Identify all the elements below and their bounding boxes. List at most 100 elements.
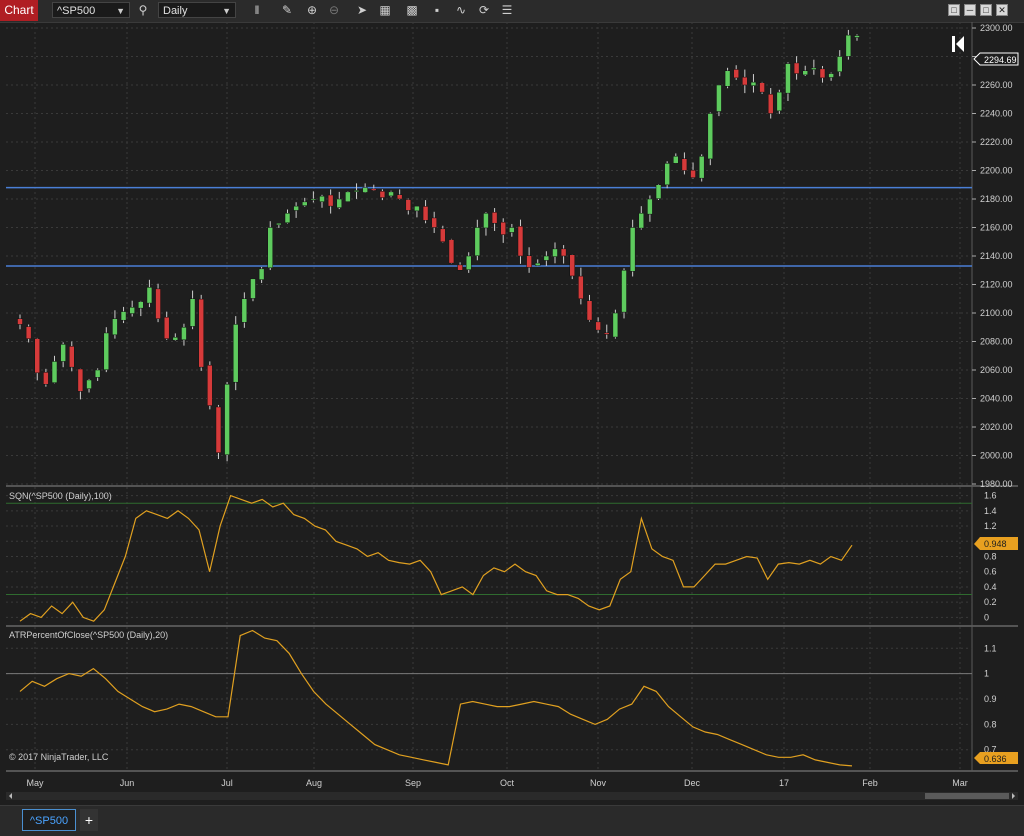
copyright-text: © 2017 NinjaTrader, LLC [9,752,109,762]
candle-body [103,332,110,370]
sqn-current-badge: 0.948 [974,537,1018,550]
sqn-axis-label: 0.4 [984,582,997,592]
sqn-axis-label: 1.6 [984,491,997,501]
candle-body [267,227,273,269]
candle-body [612,312,619,338]
sqn-current-value: 0.948 [984,539,1007,549]
refresh-icon[interactable]: ⟳ [477,3,491,17]
zoom-in-icon[interactable]: ⊕ [305,3,319,17]
pencil-icon[interactable]: ✎ [280,3,294,17]
candle-body [500,221,506,235]
candle-body [578,275,584,299]
candle-body [638,213,645,229]
candle-body [474,227,481,257]
candle-body [845,34,852,57]
x-axis-label: Mar [952,778,968,788]
candle-body [422,206,429,221]
candle-body [86,379,92,389]
candle-body [51,361,58,383]
price-axis-label: 2240.00 [980,109,1013,119]
candle-body [785,63,791,94]
restore-button[interactable]: □ [948,4,960,16]
candle-body [707,113,714,160]
candle-body [698,156,705,179]
sqn-panel-label: SQN(^SP500 (Daily),100) [9,491,112,501]
candle-body [129,307,135,314]
instrument-tab[interactable]: ^SP500 [22,809,76,831]
sqn-axis-label: 0 [984,612,989,622]
candle-body [215,406,222,453]
bar-type-icon[interactable]: ‖ [250,3,264,17]
candle-body [543,255,550,261]
candle-body [345,191,351,202]
candle-body [517,226,524,257]
candle-body [621,270,627,313]
candle-body [77,368,84,392]
price-axis-label: 2140.00 [980,251,1013,261]
instrument-selector[interactable]: ^SP500 ▼ [52,2,130,18]
sqn-axis-label: 0.2 [984,597,997,607]
candle-body [534,262,541,266]
price-axis-label: 1980.00 [980,479,1013,489]
candle-body [120,311,127,321]
candle-body [25,326,32,339]
close-button[interactable]: ✕ [996,4,1008,16]
properties-icon[interactable]: ▦ [378,3,392,17]
chart-area[interactable]: May Jun Jul Aug Sep Oct Nov Dec 17 Feb Mar 2300.00 2… [0,22,1024,805]
price-axis-label: 2180.00 [980,194,1013,204]
interval-selector[interactable]: Daily ▼ [158,2,236,18]
candle-body [802,70,808,76]
candle-body [552,248,558,257]
strategies-icon[interactable]: ▩ [405,3,419,17]
scroll-to-start-icon[interactable] [952,36,964,52]
candle-body [181,327,187,341]
candle-body [483,213,489,229]
candle-body [655,184,662,199]
x-axis-label: Nov [590,778,607,788]
chart-tab[interactable]: Chart [0,0,38,21]
atr-axis-label: 1 [984,669,989,679]
candle-body [793,62,800,74]
candle-body [509,227,515,233]
x-axis-label: Sep [405,778,421,788]
candle-body [69,346,75,368]
maximize-button[interactable]: □ [980,4,992,16]
candle-body [664,163,670,186]
candle-body [767,93,774,114]
x-axis-label: 17 [779,778,789,788]
candle-body [414,205,420,212]
instrument-value: ^SP500 [57,5,96,17]
candle-body [43,372,49,385]
zoom-out-icon[interactable]: ⊖ [327,3,341,17]
minimize-button[interactable]: ─ [964,4,976,16]
indicators-icon[interactable]: ▪ [430,3,444,17]
atr-line [19,629,853,767]
price-axis-label: 2060.00 [980,365,1013,375]
pointer-icon[interactable]: ➤ [355,3,369,17]
candle-body [284,213,291,223]
search-icon[interactable]: ⚲ [136,3,150,17]
horizontal-scrollbar[interactable] [6,792,1018,800]
price-axis-label: 2080.00 [980,337,1013,347]
price-axis-label: 2040.00 [980,394,1013,404]
list-icon[interactable]: ☰ [500,3,514,17]
price-axis-label: 2020.00 [980,422,1013,432]
chart-canvas[interactable]: May Jun Jul Aug Sep Oct Nov Dec 17 Feb Mar 2300.00 2… [0,22,1024,805]
candle-body [293,205,299,211]
candle-body [405,199,412,211]
candle-body [595,321,601,331]
candle-body [586,300,593,321]
atr-current-value: 0.636 [984,754,1007,764]
candle-body [396,194,403,200]
scrollbar-thumb[interactable] [925,793,1009,799]
x-axis-label: Dec [684,778,701,788]
price-axis-label: 2220.00 [980,137,1013,147]
candle-body [17,318,23,325]
candle-body [491,212,498,224]
price-axis-label: 2160.00 [980,223,1013,233]
atr-panel-label: ATRPercentOfClose(^SP500 (Daily),20) [9,630,168,640]
candle-body [673,156,679,164]
add-tab-button[interactable]: + [80,809,98,831]
drawing-tools-icon[interactable]: ∿ [454,3,468,17]
candle-body [759,82,765,93]
